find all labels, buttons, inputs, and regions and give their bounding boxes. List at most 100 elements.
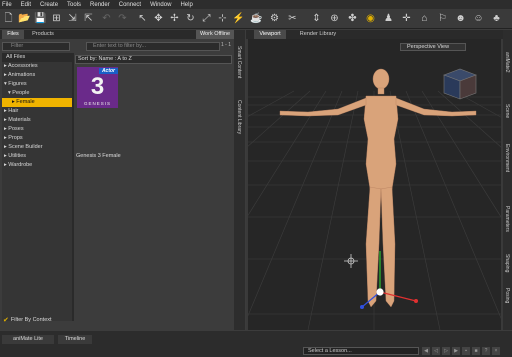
spot-render-icon[interactable]: ✂ xyxy=(286,12,299,25)
tree-item-wardrobe[interactable]: ▸ Wardrobe xyxy=(2,161,72,170)
tree-item-female[interactable]: ▸ Female xyxy=(2,98,72,107)
move-icon[interactable]: ✛ xyxy=(400,12,413,25)
product-thumbnail[interactable]: Actor 3 GENESIS xyxy=(77,67,118,108)
export-icon[interactable]: ⇱ xyxy=(82,12,95,25)
menu-edit[interactable]: Edit xyxy=(21,2,31,8)
vtab-shaping[interactable]: Shaping xyxy=(504,254,510,272)
figure-group-icon[interactable]: ♣ xyxy=(490,12,503,25)
product-filter-select[interactable]: Filter xyxy=(2,42,70,51)
menu-file[interactable]: File xyxy=(2,2,12,8)
merge-icon[interactable]: ⊞ xyxy=(50,12,63,25)
menu-help[interactable]: Help xyxy=(180,2,192,8)
joint-editor-icon[interactable]: ⊹ xyxy=(216,12,229,25)
lesson-stop-icon[interactable]: ■ xyxy=(472,347,480,355)
render-settings-icon[interactable]: ⚙ xyxy=(268,12,281,25)
tree-item-label: Materials xyxy=(8,117,31,123)
new-scene-icon[interactable]: 🗋 xyxy=(2,12,15,25)
shader-icon[interactable]: ⚐ xyxy=(436,12,449,25)
tab-animate-lite[interactable]: aniMate Lite xyxy=(2,335,54,344)
redo-icon[interactable]: ↷ xyxy=(116,12,129,25)
menu-window[interactable]: Window xyxy=(150,2,171,8)
tree-item-utilities[interactable]: ▸ Utilities xyxy=(2,152,72,161)
filter-by-context-checkbox[interactable]: ✔ Filter By Context xyxy=(3,316,52,324)
geometry-editor-icon[interactable]: ⚡ xyxy=(232,12,245,25)
tab-render-library[interactable]: Render Library xyxy=(294,30,342,39)
tree-item-animations[interactable]: ▸ Animations xyxy=(2,71,72,80)
search-input[interactable]: Enter text to filter by... xyxy=(86,42,220,51)
lesson-step-icon[interactable]: ▪ xyxy=(462,347,470,355)
tree-item-materials[interactable]: ▸ Materials xyxy=(2,116,72,125)
lesson-select[interactable]: Select a Lesson... xyxy=(303,347,419,355)
product-caption[interactable]: Genesis 3 Female xyxy=(76,153,121,159)
vtab-parameters[interactable]: Parameters xyxy=(504,206,510,232)
figure-alt-icon[interactable]: ☺ xyxy=(472,12,485,25)
menu-bar: File Edit Create Tools Render Connect Wi… xyxy=(0,0,512,9)
vtab-posing[interactable]: Posing xyxy=(504,288,510,303)
left-vertical-tabs: Smart Content Content Library xyxy=(234,30,245,330)
open-icon[interactable]: 📂 xyxy=(18,12,31,25)
light-node xyxy=(344,254,358,268)
lesson-prev-icon[interactable]: ◁ xyxy=(432,347,440,355)
tree-item-accessories[interactable]: ▸ Accessories xyxy=(2,62,72,71)
import-icon[interactable]: ⇲ xyxy=(66,12,79,25)
sort-select[interactable]: Sort by: Name : A to Z xyxy=(75,55,232,64)
tree-item-label: Props xyxy=(8,135,23,141)
vtab-content-library[interactable]: Content Library xyxy=(236,100,242,134)
rotate-icon[interactable]: ↻ xyxy=(184,12,197,25)
save-icon[interactable]: 💾 xyxy=(34,12,47,25)
lesson-next-icon[interactable]: ▷ xyxy=(442,347,450,355)
tab-products[interactable]: Products xyxy=(28,30,58,39)
vtab-animate2[interactable]: aniMate2 xyxy=(504,52,510,73)
render-icon[interactable]: ☕ xyxy=(250,12,263,25)
vtab-scene[interactable]: Scene xyxy=(504,104,510,118)
tree-item-label: Poses xyxy=(8,126,24,132)
work-offline-button[interactable]: Work Offline xyxy=(196,30,234,39)
tree-all-files[interactable]: All Files xyxy=(2,53,72,62)
genesis-logo-text: GENESIS xyxy=(83,101,111,106)
tab-files[interactable]: Files xyxy=(2,30,24,39)
content-library-panel: Files Products Work Offline Filter Enter… xyxy=(0,30,234,330)
tree-item-poses[interactable]: ▸ Poses xyxy=(2,125,72,134)
surface-icon[interactable]: ♟ xyxy=(382,12,395,25)
tree-item-props[interactable]: ▸ Props xyxy=(2,134,72,143)
tree-item-people[interactable]: ▾ People xyxy=(2,89,72,98)
view-select[interactable]: Perspective View xyxy=(400,43,466,51)
lesson-last-icon[interactable]: ▶ xyxy=(452,347,460,355)
search-row: Filter Enter text to filter by... 1 - 1 xyxy=(0,40,234,52)
active-pose-icon[interactable]: ◉ xyxy=(364,12,377,25)
node-selection-icon[interactable]: ↖ xyxy=(136,12,149,25)
tree-item-label: Figures xyxy=(8,81,27,87)
lesson-close-icon[interactable]: × xyxy=(492,347,500,355)
universal-icon[interactable]: ✥ xyxy=(152,12,165,25)
viewport-pane: Viewport Render Library Perspective View xyxy=(246,30,503,330)
scale-icon[interactable]: ⤢ xyxy=(200,12,213,25)
tree-item-scene-builder[interactable]: ▸ Scene Builder xyxy=(2,143,72,152)
region-icon[interactable]: ⌂ xyxy=(418,12,431,25)
scene-canvas xyxy=(248,68,501,330)
vtab-environment[interactable]: Environment xyxy=(504,144,510,172)
tab-timeline[interactable]: Timeline xyxy=(58,335,92,344)
menu-render[interactable]: Render xyxy=(90,2,110,8)
main-toolbar: 🗋 📂 💾 ⊞ ⇲ ⇱ ↶ ↷ ↖ ✥ ✢ ↻ ⤢ ⊹ ⚡ ☕ ⚙ ✂ ⇕ ⊕ … xyxy=(0,9,512,29)
menu-create[interactable]: Create xyxy=(40,2,58,8)
lesson-help-icon[interactable]: ? xyxy=(482,347,490,355)
vtab-smart-content[interactable]: Smart Content xyxy=(236,46,242,78)
tab-viewport[interactable]: Viewport xyxy=(254,30,286,39)
menu-tools[interactable]: Tools xyxy=(67,2,81,8)
tree-item-hair[interactable]: ▸ Hair xyxy=(2,107,72,116)
view-cube xyxy=(443,68,477,100)
translate-icon[interactable]: ✢ xyxy=(168,12,181,25)
target-icon[interactable]: ⊕ xyxy=(328,12,341,25)
tree-item-label: Scene Builder xyxy=(8,144,43,150)
tree-item-figures[interactable]: ▾ Figures xyxy=(2,80,72,89)
panel-splitter[interactable] xyxy=(72,53,74,321)
transfer-icon[interactable]: ⇕ xyxy=(310,12,323,25)
3d-viewport[interactable]: Perspective View xyxy=(248,39,501,330)
lesson-first-icon[interactable]: ◀ xyxy=(422,347,430,355)
figure-icon[interactable]: ☻ xyxy=(454,12,467,25)
menu-connect[interactable]: Connect xyxy=(119,2,141,8)
pose-icon[interactable]: ✤ xyxy=(346,12,359,25)
undo-icon[interactable]: ↶ xyxy=(100,12,113,25)
tree-item-label: Utilities xyxy=(8,153,27,159)
folder-tree: All Files ▸ Accessories ▸ Animations ▾ F… xyxy=(2,53,72,321)
